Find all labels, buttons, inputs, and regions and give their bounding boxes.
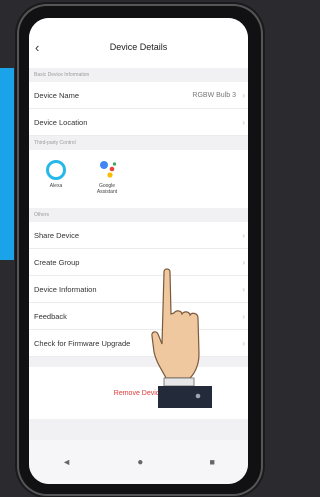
feedback-label: Feedback [34, 311, 67, 321]
third-party-panel: Alexa Google Assistant [29, 150, 248, 208]
top-bar: ‹ Device Details [29, 18, 248, 68]
nav-home-icon[interactable]: ● [137, 457, 143, 468]
alexa-item[interactable]: Alexa [41, 160, 71, 189]
create-group-label: Create Group [34, 257, 80, 267]
google-assistant-icon [96, 158, 118, 180]
chevron-right-icon: › [242, 90, 245, 100]
alexa-icon [46, 160, 66, 180]
system-nav-bar: ◄ ● ■ [29, 440, 248, 484]
chevron-right-icon: › [242, 311, 245, 321]
pointing-hand-icon [151, 268, 212, 408]
google-assistant-item[interactable]: Google Assistant [87, 158, 127, 195]
google-assistant-label-line2: Assistant [96, 189, 118, 195]
section-others-header: Others [34, 212, 50, 218]
share-device-row[interactable]: Share Device › [29, 222, 248, 249]
firmware-upgrade-label: Check for Firmware Upgrade [34, 338, 131, 348]
section-basic-header: Basic Device Information [34, 72, 90, 78]
nav-back-icon[interactable]: ◄ [62, 457, 71, 467]
chevron-right-icon: › [242, 284, 245, 294]
device-location-label: Device Location [34, 117, 88, 127]
share-device-label: Share Device [34, 230, 80, 240]
chevron-right-icon: › [242, 230, 245, 240]
section-third-party-header: Third-party Control [34, 140, 76, 146]
chevron-right-icon: › [242, 117, 245, 127]
side-accent-bar [0, 68, 14, 260]
chevron-right-icon: › [242, 257, 245, 267]
device-name-row[interactable]: Device Name RGBW Bulb 3 › [29, 82, 248, 109]
device-name-label: Device Name [34, 90, 80, 100]
alexa-label: Alexa [49, 183, 63, 189]
nav-recent-icon[interactable]: ■ [209, 457, 214, 467]
device-information-label: Device Information [34, 284, 97, 294]
page-title: Device Details [109, 42, 168, 52]
device-location-row[interactable]: Device Location › [29, 109, 248, 136]
device-name-value: RGBW Bulb 3 [192, 91, 236, 99]
chevron-right-icon: › [242, 338, 245, 348]
